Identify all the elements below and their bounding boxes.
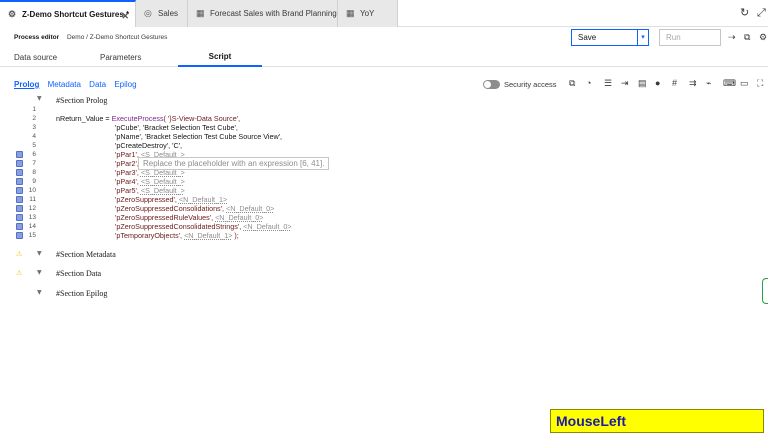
side-panel-handle[interactable] <box>762 278 768 304</box>
line-number: 12 <box>28 205 36 212</box>
view-icon: ▦ <box>196 8 205 18</box>
placeholder-marker-icon[interactable] <box>16 196 23 203</box>
fold-chevron-icon[interactable]: ▼ <box>37 269 42 276</box>
tab-label: Sales <box>158 9 179 18</box>
copy-icon[interactable]: ⧉ <box>569 79 575 88</box>
line-number: 10 <box>28 187 36 194</box>
snippet-icon[interactable]: ⌁ <box>706 79 711 88</box>
code-line-12: 'pZeroSuppressedConsolidations', <N_Defa… <box>115 204 275 213</box>
view-icon: ▦ <box>346 8 355 18</box>
line-number: 4 <box>32 133 36 140</box>
expand-icon[interactable]: ⤢ <box>757 8 766 19</box>
tab-label: Z-Demo Shortcut Gestures * <box>22 10 130 19</box>
line-number: 3 <box>32 124 36 131</box>
line-number: 11 <box>29 196 36 203</box>
tab-script[interactable]: Script <box>178 47 262 67</box>
line-number: 8 <box>32 169 36 176</box>
line-number: 13 <box>28 214 36 221</box>
section-data-header: #Section Data <box>56 269 102 278</box>
script-tab-epilog[interactable]: Epilog <box>114 80 136 89</box>
line-number: 9 <box>32 178 36 185</box>
page-title: Process editor <box>14 34 60 41</box>
run-input[interactable]: Run <box>659 29 721 46</box>
run-options-icon[interactable]: ⇢ <box>728 33 736 42</box>
line-number: 1 <box>32 106 36 113</box>
tab-sales[interactable]: ◎ Sales <box>136 0 188 27</box>
fold-chevron-icon[interactable]: ▼ <box>37 289 42 296</box>
placeholder-marker-icon[interactable] <box>16 214 23 221</box>
refresh-icon[interactable]: ↻ <box>740 8 749 19</box>
fold-chevron-icon[interactable]: ▼ <box>37 95 42 102</box>
line-number: 14 <box>28 223 36 230</box>
script-tab-metadata[interactable]: Metadata <box>48 80 81 89</box>
list-icon[interactable]: ☰ <box>604 79 612 88</box>
line-number: 15 <box>28 232 36 239</box>
record-icon[interactable]: ● <box>655 79 660 88</box>
code-line-15: 'pTemporaryObjects', <N_Default_1> ); <box>115 231 239 240</box>
settings-panel-icon[interactable]: ⧉ <box>744 33 750 42</box>
format-icon[interactable]: ▤ <box>638 79 647 88</box>
save-dropdown-value: Save <box>578 33 597 42</box>
chevron-down-icon[interactable]: ▾ <box>637 30 648 45</box>
placeholder-marker-icon[interactable] <box>16 178 23 185</box>
gear-icon[interactable]: ⚙ <box>759 33 767 42</box>
placeholder-marker-icon[interactable] <box>16 205 23 212</box>
minimize-icon[interactable]: ▭ <box>740 79 749 88</box>
placeholder-marker-icon[interactable] <box>16 223 23 230</box>
tab-data-source[interactable]: Data source <box>14 47 57 67</box>
security-access-label: Security access <box>504 80 557 89</box>
fullscreen-icon[interactable]: ⛶ <box>757 79 763 88</box>
security-access-toggle[interactable] <box>483 80 500 89</box>
code-line-5: 'pCreateDestroy', 'C', <box>115 141 183 150</box>
section-prolog-header: #Section Prolog <box>56 96 108 105</box>
tab-forecast-sales[interactable]: ▦ Forecast Sales with Brand Planning <box>188 0 338 27</box>
placeholder-marker-icon[interactable] <box>16 160 23 167</box>
placeholder-tooltip: Replace the placeholder with an expressi… <box>138 157 330 170</box>
save-dropdown[interactable]: Save ▾ <box>571 29 649 46</box>
editor-subtabs: Data source Parameters Script <box>0 47 768 67</box>
indent-icon[interactable]: ⇥ <box>621 79 629 88</box>
history-icon[interactable]: ◔ <box>586 79 591 88</box>
breadcrumb: Process editor Demo / Z-Demo Shortcut Ge… <box>14 34 167 41</box>
code-line-9: 'pPar4', <S_Default_> <box>115 177 185 186</box>
script-section-nav: Prolog Metadata Data Epilog <box>14 80 143 89</box>
warning-icon[interactable]: ⚠ <box>16 250 22 258</box>
code-line-14: 'pZeroSuppressedConsolidatedStrings', <N… <box>115 222 292 231</box>
placeholder-marker-icon[interactable] <box>16 232 23 239</box>
line-number: 6 <box>32 151 36 158</box>
code-line-10: 'pPar5', <S_Default_> <box>115 186 185 195</box>
line-number: 5 <box>32 142 36 149</box>
code-line-13: 'pZeroSuppressedRuleValues', <N_Default_… <box>115 213 264 222</box>
run-placeholder: Run <box>666 33 681 42</box>
cube-icon: ◎ <box>144 8 152 18</box>
warning-icon[interactable]: ⚠ <box>16 269 22 277</box>
tab-label: Forecast Sales with Brand Planning <box>210 9 337 18</box>
tab-z-demo-shortcut-gestures[interactable]: ⚙ Z-Demo Shortcut Gestures * ✕ <box>0 0 136 27</box>
breadcrumb-path[interactable]: Demo / Z-Demo Shortcut Gestures <box>67 34 167 41</box>
close-icon[interactable]: ✕ <box>121 11 129 22</box>
placeholder-marker-icon[interactable] <box>16 151 23 158</box>
code-line-3: 'pCube', 'Bracket Selection Test Cube', <box>115 123 238 132</box>
script-tab-prolog[interactable]: Prolog <box>14 80 39 89</box>
line-number: 7 <box>32 160 36 167</box>
code-line-11: 'pZeroSuppressed', <N_Default_1> <box>115 195 228 204</box>
code-line-4: 'pName', 'Bracket Selection Test Cube So… <box>115 132 283 141</box>
tab-yoy[interactable]: ▦ YoY <box>338 0 398 27</box>
keyboard-icon[interactable]: ⌨ <box>723 79 736 88</box>
code-line-2: nReturn_Value = ExecuteProcess( '}S-View… <box>56 114 241 123</box>
line-number: 2 <box>32 115 36 122</box>
mouse-action-overlay: MouseLeft <box>550 409 764 433</box>
hash-comment-icon[interactable]: # <box>672 79 677 88</box>
section-metadata-header: #Section Metadata <box>56 250 116 259</box>
tab-strip: ⚙ Z-Demo Shortcut Gestures * ✕ ◎ Sales ▦… <box>0 0 768 27</box>
tab-label: YoY <box>360 9 375 18</box>
placeholder-marker-icon[interactable] <box>16 187 23 194</box>
fold-chevron-icon[interactable]: ▼ <box>37 250 42 257</box>
section-epilog-header: #Section Epilog <box>56 289 108 298</box>
wrap-icon[interactable]: ⇉ <box>689 79 697 88</box>
script-tab-data[interactable]: Data <box>89 80 106 89</box>
tab-parameters[interactable]: Parameters <box>100 47 141 67</box>
placeholder-marker-icon[interactable] <box>16 169 23 176</box>
process-icon: ⚙ <box>8 9 17 19</box>
